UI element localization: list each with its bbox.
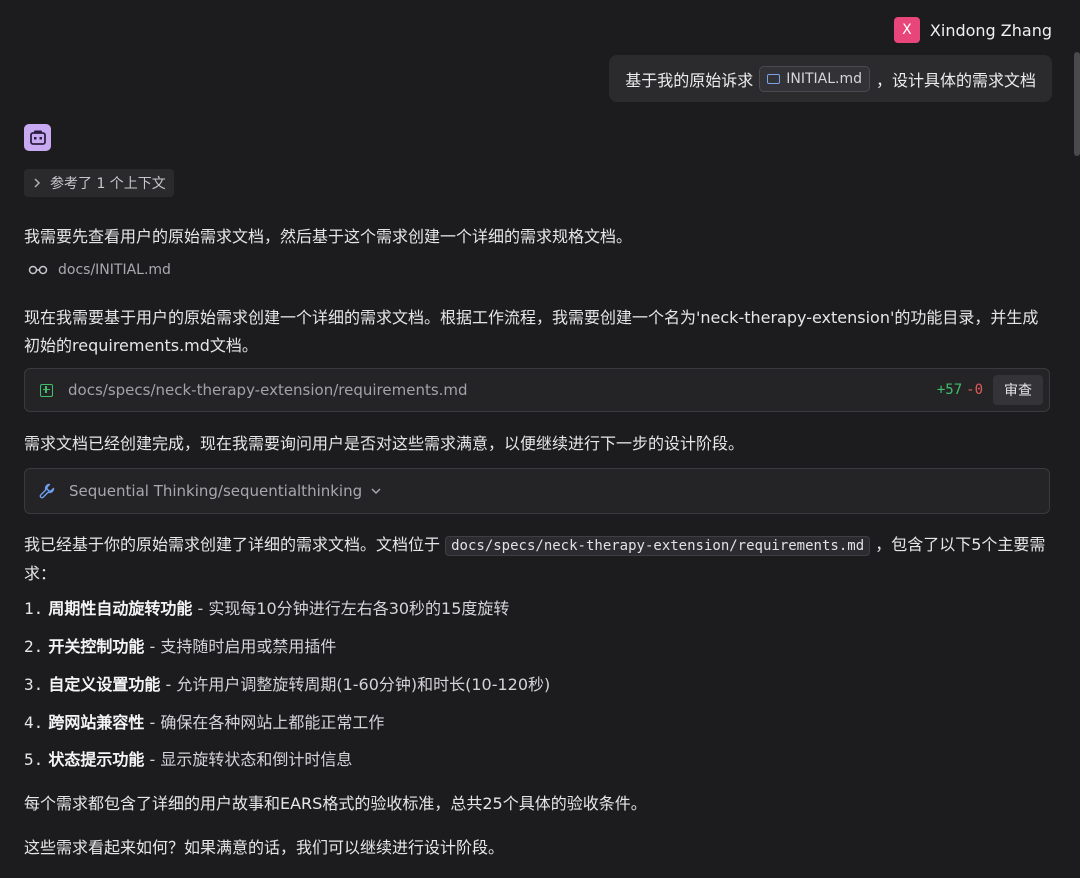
scrollbar[interactable]	[1074, 52, 1080, 156]
user-message: 基于我的原始诉求 INITIAL.md ，设计具体的需求文档	[609, 55, 1052, 102]
file-change-card[interactable]: docs/specs/neck-therapy-extension/requir…	[24, 368, 1050, 412]
file-chip-initial[interactable]: INITIAL.md	[759, 65, 870, 92]
list-item: 1. 周期性自动旋转功能 - 实现每10分钟进行左右各30秒的15度旋转	[24, 599, 510, 618]
diff-additions: +57	[936, 382, 963, 398]
requirement-desc: - 允许用户调整旋转周期(1-60分钟)和时长(10-120秒)	[165, 675, 551, 694]
assistant-text-1: 我需要先查看用户的原始需求文档，然后基于这个需求创建一个详细的需求规格文档。	[24, 227, 633, 246]
chevron-down-icon[interactable]	[370, 486, 382, 496]
requirement-desc: - 支持随时启用或禁用插件	[149, 637, 337, 656]
assistant-text-4-prefix: 我已经基于你的原始需求创建了详细的需求文档。文档位于	[24, 535, 441, 554]
user-avatar: X	[893, 17, 920, 43]
user-message-suffix: ，设计具体的需求文档	[875, 70, 1036, 90]
requirement-desc: - 显示旋转状态和倒计时信息	[149, 750, 353, 769]
glasses-icon	[28, 265, 48, 275]
assistant-text-5: 每个需求都包含了详细的用户故事和EARS格式的验收标准，总共25个具体的验收条件…	[24, 794, 647, 813]
review-button[interactable]: 审查	[993, 375, 1043, 405]
requirement-title: 开关控制功能	[48, 637, 145, 656]
list-item: 4. 跨网站兼容性 - 确保在各种网站上都能正常工作	[24, 713, 385, 732]
tool-call-label: Sequential Thinking/sequentialthinking	[69, 482, 363, 500]
assistant-text-4: 我已经基于你的原始需求创建了详细的需求文档。文档位于 docs/specs/ne…	[24, 531, 1054, 588]
requirement-desc: - 实现每10分钟进行左右各30秒的15度旋转	[197, 599, 510, 618]
assistant-text-2: 现在我需要基于用户的原始需求创建一个详细的需求文档。根据工作流程，我需要创建一个…	[24, 308, 1039, 355]
assistant-text-3: 需求文档已经创建完成，现在我需要询问用户是否对这些需求满意，以便继续进行下一步的…	[24, 434, 745, 453]
read-file-path: docs/INITIAL.md	[58, 262, 171, 278]
markdown-icon	[767, 73, 781, 84]
bot-icon	[24, 124, 51, 151]
requirement-desc: - 确保在各种网站上都能正常工作	[149, 713, 385, 732]
requirement-title: 状态提示功能	[48, 750, 145, 769]
wrench-icon	[39, 483, 55, 499]
assistant-text-6: 这些需求看起来如何？如果满意的话，我们可以继续进行设计阶段。	[24, 838, 505, 857]
list-item: 5. 状态提示功能 - 显示旋转状态和倒计时信息	[24, 750, 353, 769]
requirement-title: 跨网站兼容性	[48, 713, 145, 732]
context-reference-toggle[interactable]: 参考了 1 个上下文	[24, 169, 174, 197]
file-plus-icon	[40, 383, 53, 397]
user-name: Xindong Zhang	[929, 20, 1052, 40]
list-item: 2. 开关控制功能 - 支持随时启用或禁用插件	[24, 637, 337, 656]
list-item: 3. 自定义设置功能 - 允许用户调整旋转周期(1-60分钟)和时长(10-12…	[24, 675, 551, 694]
file-change-path[interactable]: docs/specs/neck-therapy-extension/requir…	[68, 381, 937, 399]
diff-deletions: -0	[966, 382, 983, 398]
tool-call-card[interactable]: Sequential Thinking/sequentialthinking	[24, 468, 1050, 514]
context-reference-label: 参考了 1 个上下文	[50, 176, 166, 192]
requirement-title: 自定义设置功能	[48, 675, 161, 694]
user-message-prefix: 基于我的原始诉求	[625, 70, 754, 90]
read-file-entry[interactable]: docs/INITIAL.md	[28, 262, 171, 278]
file-chip-label: INITIAL.md	[786, 70, 862, 87]
user-header: X Xindong Zhang	[893, 17, 1052, 43]
requirement-title: 周期性自动旋转功能	[48, 599, 193, 618]
chevron-right-icon	[34, 178, 41, 188]
requirements-path-code: docs/specs/neck-therapy-extension/requir…	[445, 536, 871, 556]
